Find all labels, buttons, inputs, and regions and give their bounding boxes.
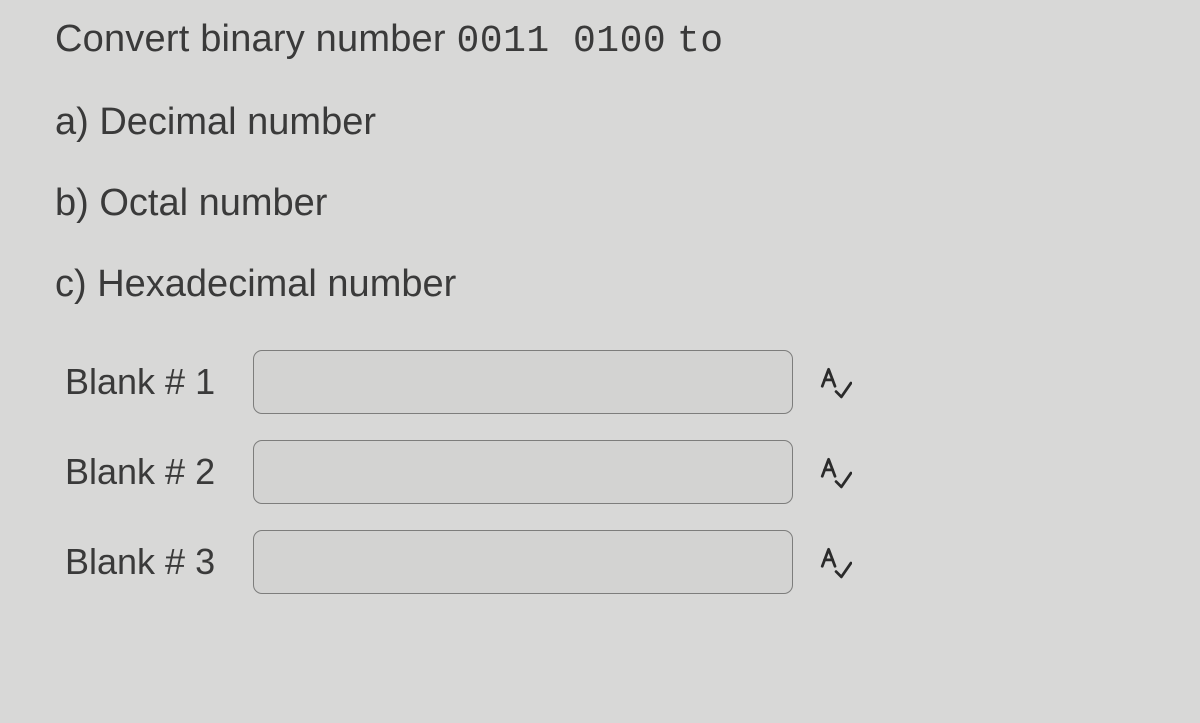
blank-row-3: Blank # 3 (65, 530, 1145, 594)
blank-3-input[interactable] (253, 530, 793, 594)
question-suffix: to (677, 20, 724, 63)
blank-1-input[interactable] (253, 350, 793, 414)
spellcheck-icon[interactable] (815, 362, 855, 402)
spellcheck-icon[interactable] (815, 452, 855, 492)
parts-list: a) Decimal number b) Octal number c) Hex… (55, 101, 1145, 306)
part-c: c) Hexadecimal number (55, 263, 1145, 306)
spellcheck-icon[interactable] (815, 542, 855, 582)
binary-value: 0011 0100 (456, 20, 666, 63)
blank-row-2: Blank # 2 (65, 440, 1145, 504)
part-b: b) Octal number (55, 182, 1145, 225)
blank-3-label: Blank # 3 (65, 541, 245, 583)
question-prompt: Convert binary number 0011 0100 to (55, 18, 1145, 63)
blank-2-label: Blank # 2 (65, 451, 245, 493)
blank-row-1: Blank # 1 (65, 350, 1145, 414)
part-a: a) Decimal number (55, 101, 1145, 144)
blank-1-label: Blank # 1 (65, 361, 245, 403)
blanks-group: Blank # 1 Blank # 2 (55, 344, 1145, 594)
question-prefix: Convert binary number (55, 18, 446, 60)
blank-2-input[interactable] (253, 440, 793, 504)
